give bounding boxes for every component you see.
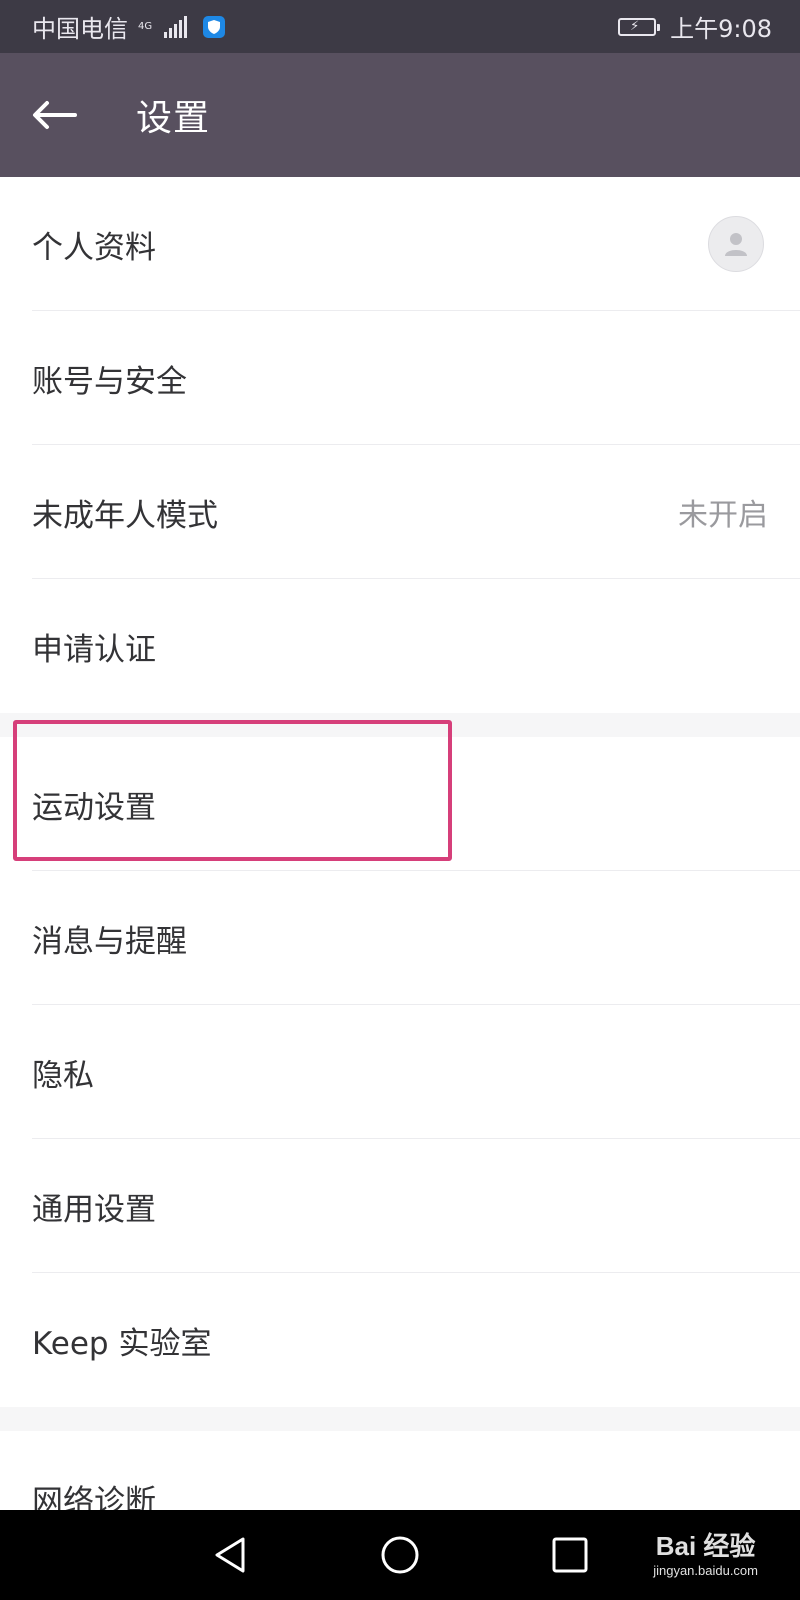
settings-item-label: 申请认证 (32, 631, 156, 668)
settings-item-sports[interactable]: 运动设置 (0, 737, 800, 871)
settings-item-label: 个人资料 (32, 229, 156, 266)
settings-item-label: 隐私 (32, 1057, 94, 1094)
settings-item-label: 消息与提醒 (32, 923, 187, 960)
network-type: 4G (138, 20, 153, 32)
settings-item-keep-lab[interactable]: Keep 实验室 (0, 1273, 800, 1407)
nav-bar: Bai 经验 jingyan.baidu.com (0, 1510, 800, 1600)
page-title: 设置 (136, 98, 211, 139)
settings-item-minor-mode[interactable]: 未成年人模式 未开启 (0, 445, 800, 579)
status-bar: 中国电信 4G ⚡ 上午9:08 (0, 0, 800, 53)
shield-icon (203, 15, 226, 38)
signal-icon (164, 15, 188, 38)
triangle-back-icon (215, 1537, 245, 1573)
app-bar: 设置 (0, 53, 800, 177)
settings-item-general[interactable]: 通用设置 (0, 1139, 800, 1273)
clock: 上午9:08 (670, 15, 772, 43)
status-right: ⚡ 上午9:08 (618, 9, 772, 44)
settings-item-label: 运动设置 (32, 789, 156, 826)
group-divider (0, 713, 800, 737)
settings-item-profile[interactable]: 个人资料 (0, 177, 800, 311)
baidu-jingyan-watermark: Bai 经验 jingyan.baidu.com (653, 1526, 758, 1578)
user-icon (725, 233, 747, 256)
watermark-brand: Bai 经验 (655, 1531, 756, 1561)
status-left: 中国电信 4G (32, 9, 226, 44)
watermark-url: jingyan.baidu.com (653, 1563, 758, 1578)
nav-home-button[interactable] (375, 1530, 425, 1580)
settings-item-verification[interactable]: 申请认证 (0, 579, 800, 713)
settings-item-notifications[interactable]: 消息与提醒 (0, 871, 800, 1005)
carrier-name: 中国电信 (32, 15, 128, 43)
settings-item-label: 未成年人模式 (32, 497, 218, 534)
battery-icon: ⚡ (618, 17, 661, 36)
nav-recents-button[interactable] (545, 1530, 595, 1580)
group-divider (0, 1407, 800, 1431)
settings-item-privacy[interactable]: 隐私 (0, 1005, 800, 1139)
settings-item-account-security[interactable]: 账号与安全 (0, 311, 800, 445)
square-recents-icon (552, 1537, 588, 1573)
settings-list: 个人资料 账号与安全 未成年人模式 未开启 申请认证 运动设置 消息与提醒 隐私… (0, 177, 800, 1565)
avatar (708, 216, 764, 272)
nav-back-button[interactable] (205, 1530, 255, 1580)
settings-group-2: 运动设置 消息与提醒 隐私 通用设置 Keep 实验室 (0, 737, 800, 1407)
settings-item-label: 通用设置 (32, 1191, 156, 1228)
circle-home-icon (381, 1536, 419, 1574)
minor-mode-status: 未开启 (678, 498, 768, 533)
settings-group-1: 个人资料 账号与安全 未成年人模式 未开启 申请认证 (0, 177, 800, 713)
arrow-left-icon (33, 101, 77, 129)
settings-item-label: Keep 实验室 (32, 1325, 212, 1362)
back-button[interactable] (24, 85, 84, 145)
settings-item-label: 账号与安全 (32, 363, 187, 400)
